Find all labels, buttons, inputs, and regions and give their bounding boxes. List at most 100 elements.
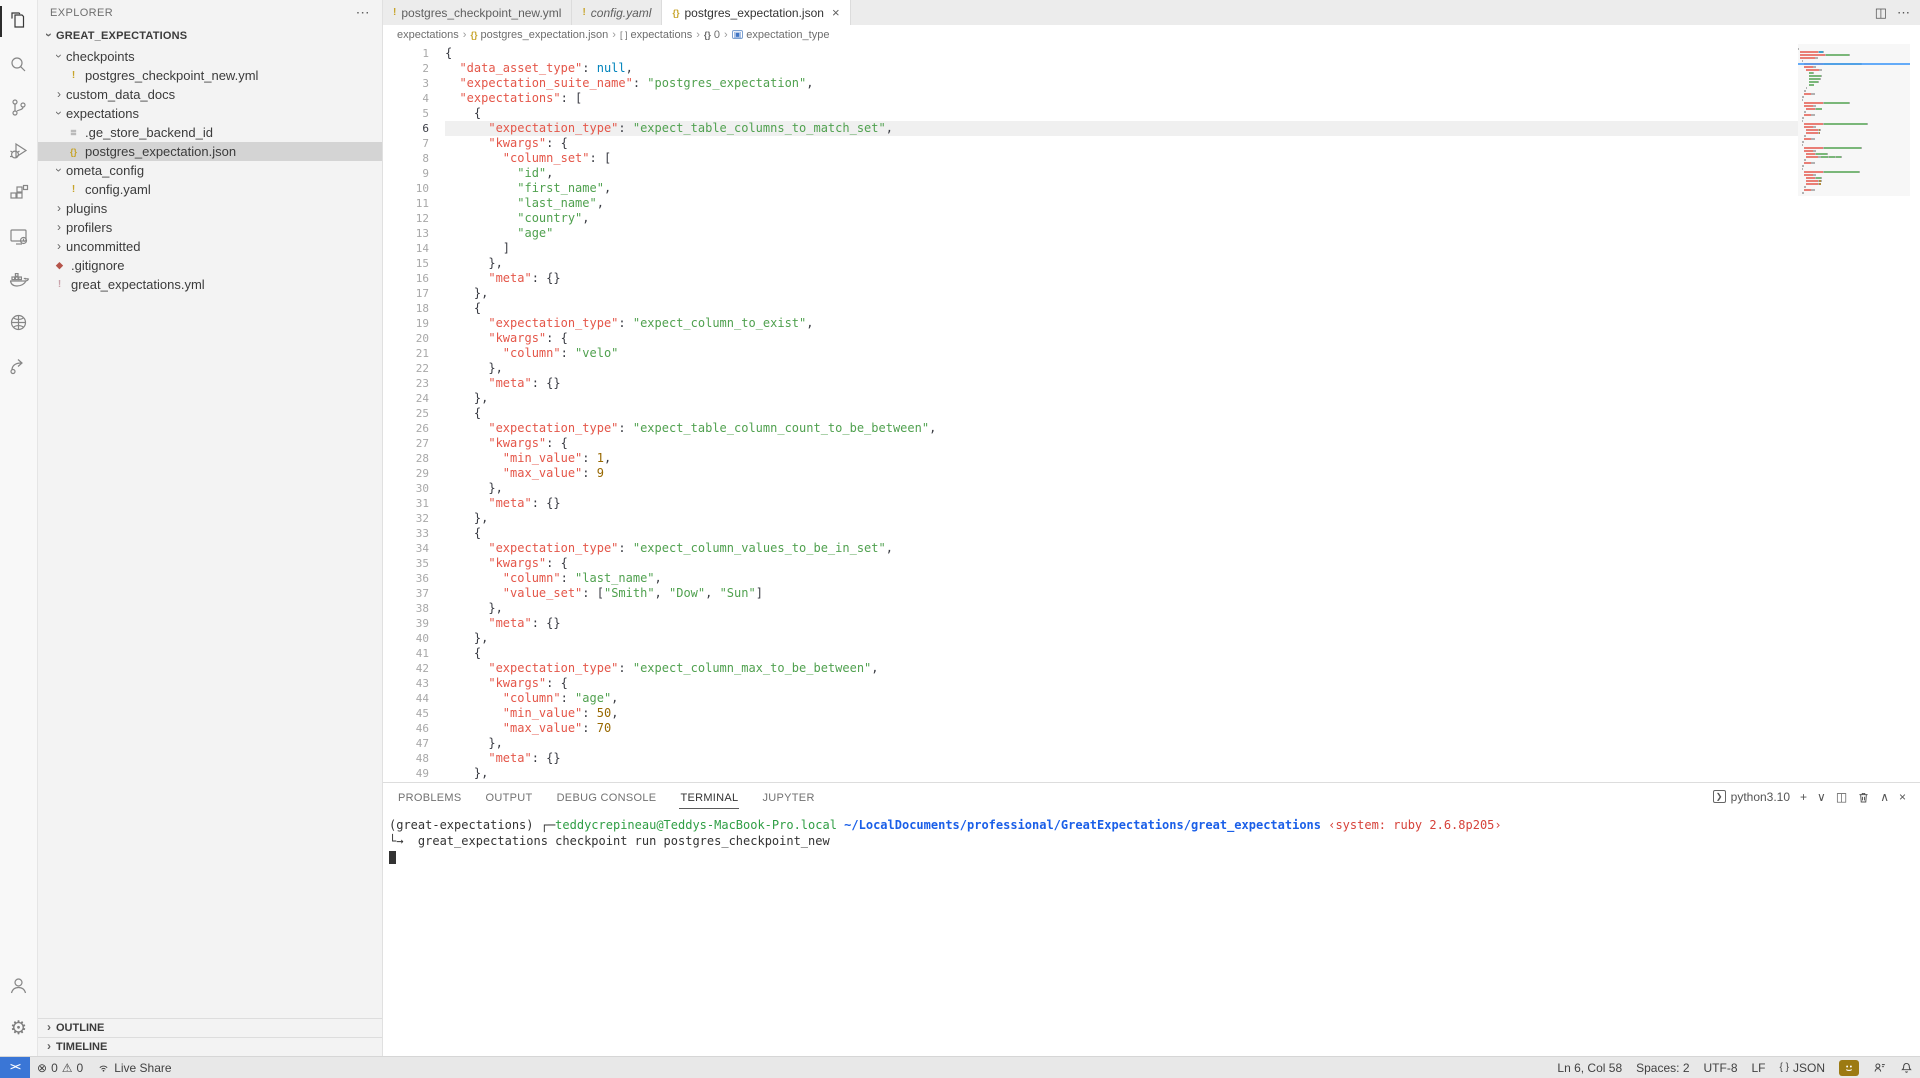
live-share-icon[interactable]	[0, 344, 38, 387]
tree-file-postgres-expectation-json[interactable]: {}postgres_expectation.json	[38, 142, 382, 161]
workspace-section-header[interactable]: › GREAT_EXPECTATIONS	[38, 25, 382, 47]
tree-file-config-yaml[interactable]: !config.yaml	[38, 180, 382, 199]
cursor-position[interactable]: Ln 6, Col 58	[1550, 1057, 1629, 1078]
code-line-48[interactable]: "meta": {}	[445, 751, 1798, 766]
code-line-12[interactable]: "country",	[445, 211, 1798, 226]
code-line-41[interactable]: {	[445, 646, 1798, 661]
split-editor-icon[interactable]: ◫	[1875, 5, 1887, 21]
code-line-5[interactable]: {	[445, 106, 1798, 121]
code-line-38[interactable]: },	[445, 601, 1798, 616]
editor-tab-postgres-checkpoint-new-yml[interactable]: !postgres_checkpoint_new.yml	[383, 0, 572, 25]
close-panel-icon[interactable]: ×	[1899, 790, 1906, 804]
tree-folder-checkpoints[interactable]: ›checkpoints	[38, 47, 382, 66]
tree-file--gitignore[interactable]: ◆.gitignore	[38, 256, 382, 275]
code-line-18[interactable]: {	[445, 301, 1798, 316]
code-line-31[interactable]: "meta": {}	[445, 496, 1798, 511]
code-line-10[interactable]: "first_name",	[445, 181, 1798, 196]
smiley-extension-badge[interactable]	[1832, 1057, 1866, 1078]
shell-selector[interactable]: ❯python3.10	[1713, 790, 1790, 804]
code-line-32[interactable]: },	[445, 511, 1798, 526]
new-terminal-icon[interactable]: +	[1800, 790, 1807, 804]
breadcrumb-item-expectations[interactable]: expectations	[397, 29, 459, 41]
code-line-35[interactable]: "kwargs": {	[445, 556, 1798, 571]
code-line-20[interactable]: "kwargs": {	[445, 331, 1798, 346]
run-and-debug-icon[interactable]	[0, 129, 38, 172]
code-line-14[interactable]: ]	[445, 241, 1798, 256]
sidebar-section-outline[interactable]: ›OUTLINE	[38, 1018, 382, 1037]
problems-status[interactable]: ⊗ 0 ⚠ 0	[30, 1057, 90, 1078]
code-line-15[interactable]: },	[445, 256, 1798, 271]
editor-tab-config-yaml[interactable]: !config.yaml	[572, 0, 662, 25]
encoding-status[interactable]: UTF-8	[1697, 1057, 1745, 1078]
source-control-icon[interactable]	[0, 86, 38, 129]
tree-folder-profilers[interactable]: ›profilers	[38, 218, 382, 237]
code-line-4[interactable]: "expectations": [	[445, 91, 1798, 106]
panel-tab-output[interactable]: OUTPUT	[485, 786, 534, 809]
language-mode[interactable]: { } JSON	[1773, 1057, 1832, 1078]
code-line-13[interactable]: "age"	[445, 226, 1798, 241]
code-line-33[interactable]: {	[445, 526, 1798, 541]
terminal-output[interactable]: (great-expectations) ┌─teddycrepineau@Te…	[383, 811, 1920, 1056]
tree-folder-plugins[interactable]: ›plugins	[38, 199, 382, 218]
code-line-21[interactable]: "column": "velo"	[445, 346, 1798, 361]
eol-status[interactable]: LF	[1745, 1057, 1773, 1078]
panel-tab-problems[interactable]: PROBLEMS	[397, 786, 463, 809]
code-line-6[interactable]: "expectation_type": "expect_table_column…	[445, 121, 1798, 136]
code-line-9[interactable]: "id",	[445, 166, 1798, 181]
code-line-45[interactable]: "min_value": 50,	[445, 706, 1798, 721]
search-icon[interactable]	[0, 43, 38, 86]
code-line-29[interactable]: "max_value": 9	[445, 466, 1798, 481]
code-line-1[interactable]: {	[445, 46, 1798, 61]
globe-icon[interactable]	[0, 301, 38, 344]
code-line-39[interactable]: "meta": {}	[445, 616, 1798, 631]
code-line-22[interactable]: },	[445, 361, 1798, 376]
code-line-49[interactable]: },	[445, 766, 1798, 781]
code-line-19[interactable]: "expectation_type": "expect_column_to_ex…	[445, 316, 1798, 331]
indentation-status[interactable]: Spaces: 2	[1629, 1057, 1696, 1078]
code-line-46[interactable]: "max_value": 70	[445, 721, 1798, 736]
code-line-25[interactable]: {	[445, 406, 1798, 421]
tree-folder-ometa-config[interactable]: ›ometa_config	[38, 161, 382, 180]
docker-icon[interactable]	[0, 258, 38, 301]
kill-terminal-icon[interactable]	[1857, 790, 1870, 804]
code-line-11[interactable]: "last_name",	[445, 196, 1798, 211]
sidebar-section-timeline[interactable]: ›TIMELINE	[38, 1037, 382, 1056]
panel-tab-terminal[interactable]: TERMINAL	[679, 786, 739, 809]
account-icon[interactable]	[0, 964, 38, 1007]
notifications-button[interactable]	[1893, 1057, 1920, 1078]
settings-icon[interactable]: ⚙	[0, 1007, 38, 1050]
tree-folder-uncommitted[interactable]: ›uncommitted	[38, 237, 382, 256]
code-line-26[interactable]: "expectation_type": "expect_table_column…	[445, 421, 1798, 436]
explorer-icon[interactable]	[0, 0, 38, 43]
code-line-23[interactable]: "meta": {}	[445, 376, 1798, 391]
code-line-28[interactable]: "min_value": 1,	[445, 451, 1798, 466]
panel-tab-jupyter[interactable]: JUPYTER	[761, 786, 815, 809]
code-line-24[interactable]: },	[445, 391, 1798, 406]
code-line-36[interactable]: "column": "last_name",	[445, 571, 1798, 586]
tree-folder-custom-data-docs[interactable]: ›custom_data_docs	[38, 85, 382, 104]
code-line-2[interactable]: "data_asset_type": null,	[445, 61, 1798, 76]
code-line-7[interactable]: "kwargs": {	[445, 136, 1798, 151]
extensions-icon[interactable]	[0, 172, 38, 215]
code-line-17[interactable]: },	[445, 286, 1798, 301]
split-terminal-icon[interactable]: ◫	[1836, 790, 1847, 804]
code-line-43[interactable]: "kwargs": {	[445, 676, 1798, 691]
maximize-panel-icon[interactable]: ∧	[1880, 790, 1889, 804]
code-line-27[interactable]: "kwargs": {	[445, 436, 1798, 451]
code-line-37[interactable]: "value_set": ["Smith", "Dow", "Sun"]	[445, 586, 1798, 601]
sidebar-more-actions-icon[interactable]: ⋯	[356, 4, 370, 21]
remote-explorer-icon[interactable]	[0, 215, 38, 258]
tree-file-postgres-checkpoint-new-yml[interactable]: !postgres_checkpoint_new.yml	[38, 66, 382, 85]
code-line-44[interactable]: "column": "age",	[445, 691, 1798, 706]
code-line-8[interactable]: "column_set": [	[445, 151, 1798, 166]
code-line-3[interactable]: "expectation_suite_name": "postgres_expe…	[445, 76, 1798, 91]
tree-folder-expectations[interactable]: ›expectations	[38, 104, 382, 123]
code-line-42[interactable]: "expectation_type": "expect_column_max_t…	[445, 661, 1798, 676]
code-line-30[interactable]: },	[445, 481, 1798, 496]
breadcrumb-item-0[interactable]: {}0	[704, 29, 720, 41]
breadcrumb-item-expectations[interactable]: [ ]expectations	[620, 29, 692, 41]
editor-scrollbar[interactable]	[1910, 44, 1920, 782]
code-line-16[interactable]: "meta": {}	[445, 271, 1798, 286]
breadcrumb-item-expectation-type[interactable]: ▣expectation_type	[732, 29, 830, 41]
code-line-34[interactable]: "expectation_type": "expect_column_value…	[445, 541, 1798, 556]
